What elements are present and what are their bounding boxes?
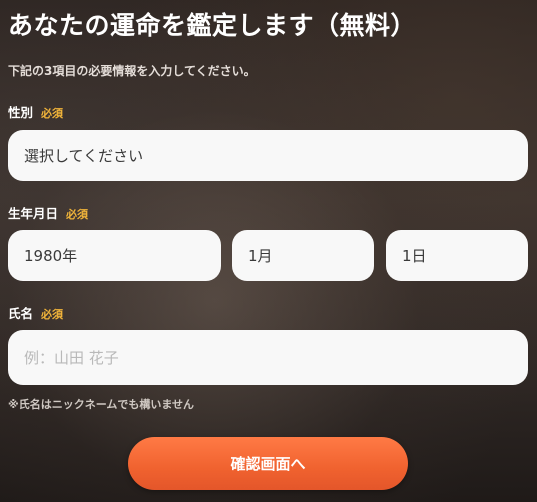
birth-year-select[interactable]: 1980年 <box>8 230 221 281</box>
fortune-form-panel: あなたの運命を鑑定します（無料） 下記の3項目の必要情報を入力してください。 性… <box>0 0 537 502</box>
birth-month-select[interactable]: 1月 <box>232 230 374 281</box>
gender-label: 性別 <box>8 105 34 120</box>
required-badge: 必須 <box>66 208 89 221</box>
name-input-placeholder: 例：山田 花子 <box>24 349 119 367</box>
birthdate-label: 生年月日 <box>8 206 59 221</box>
name-input[interactable]: 例：山田 花子 <box>8 330 528 385</box>
gender-select[interactable]: 選択してください <box>8 130 528 181</box>
birth-year-value: 1980年 <box>24 247 78 265</box>
birth-month-value: 1月 <box>248 247 273 265</box>
name-note: ※氏名はニックネームでも構いません <box>8 398 195 411</box>
intro-text: 下記の3項目の必要情報を入力してください。 <box>8 64 256 78</box>
birth-day-value: 1日 <box>402 247 427 265</box>
name-label-row: 氏名 必須 <box>8 303 63 322</box>
gender-label-row: 性別 必須 <box>8 102 63 121</box>
required-badge: 必須 <box>41 308 64 321</box>
birthdate-label-row: 生年月日 必須 <box>8 203 88 222</box>
confirm-button[interactable]: 確認画面へ <box>128 437 408 490</box>
name-label: 氏名 <box>8 306 34 321</box>
confirm-button-label: 確認画面へ <box>230 455 306 473</box>
gender-select-value: 選択してください <box>24 147 144 165</box>
page-title: あなたの運命を鑑定します（無料） <box>8 11 417 40</box>
birth-day-select[interactable]: 1日 <box>386 230 528 281</box>
required-badge: 必須 <box>41 107 64 120</box>
